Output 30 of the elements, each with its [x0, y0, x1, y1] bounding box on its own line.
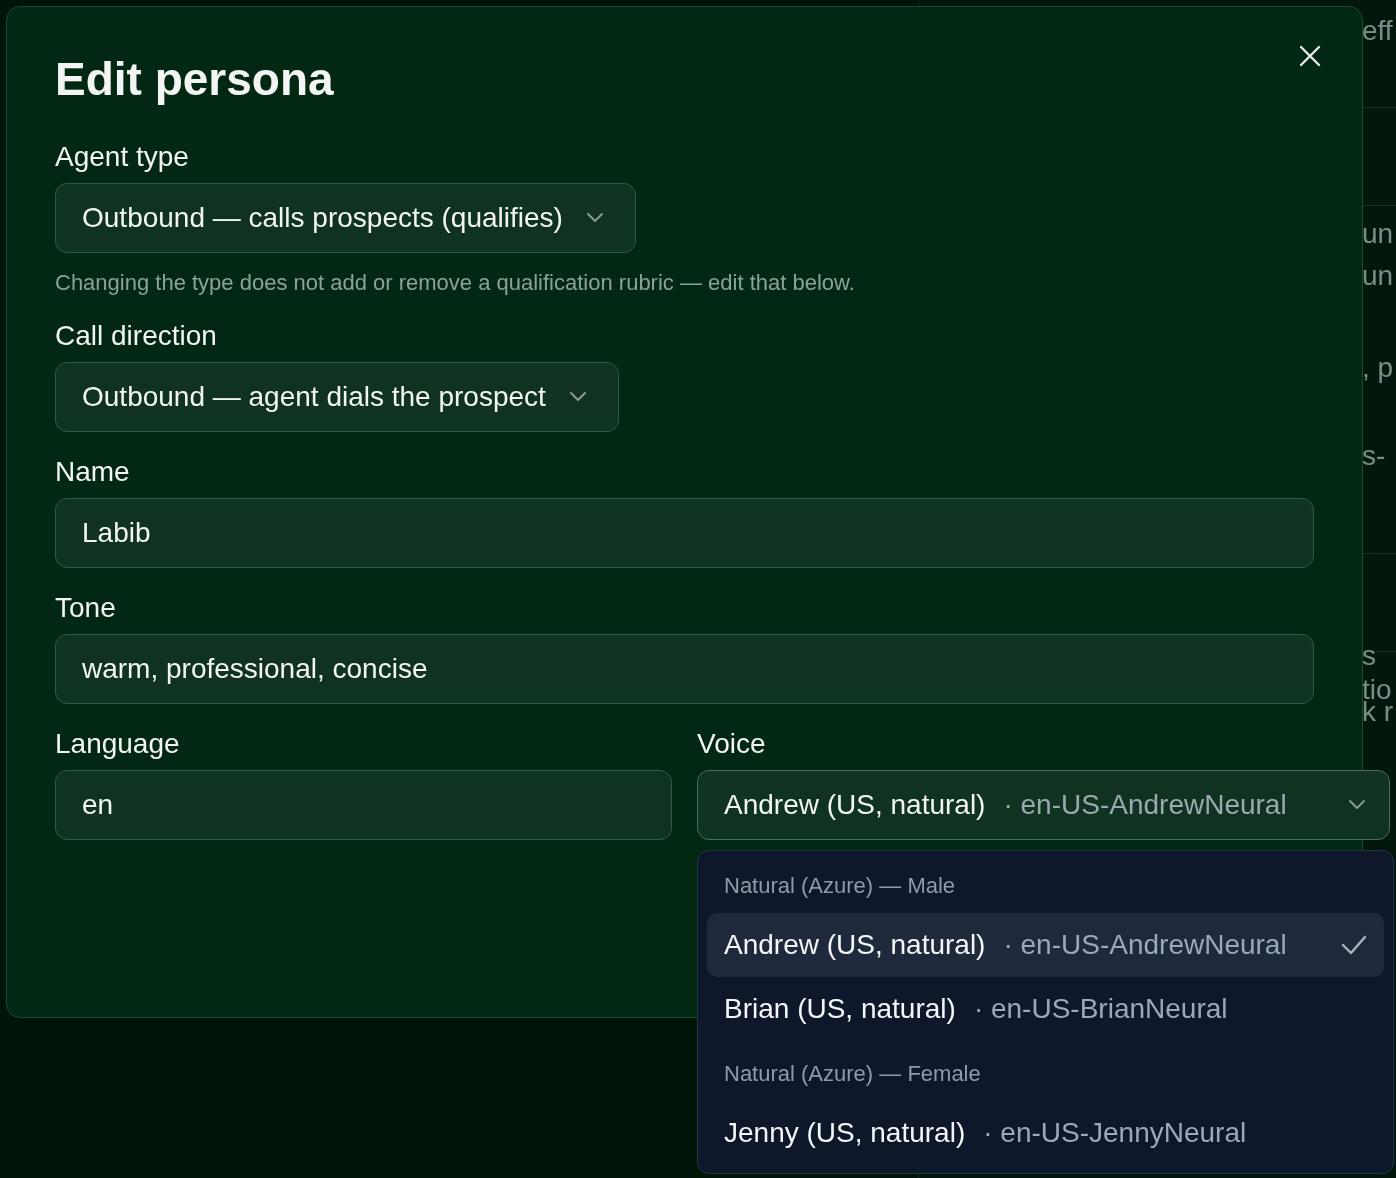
chevron-down-icon — [1347, 799, 1367, 811]
field-label: Voice — [697, 727, 766, 761]
background-text: s — [1362, 642, 1376, 670]
text-field[interactable]: Labib — [55, 498, 1314, 568]
dialog-title: Edit persona — [55, 52, 335, 107]
field-label: Name — [55, 455, 130, 489]
group-heading: Natural (Azure) — Female — [723, 1060, 982, 1088]
field-label: Language — [55, 727, 180, 761]
voice-option[interactable]: Andrew (US, natural) · en-US-AndrewNeural — [707, 913, 1384, 977]
text-field[interactable]: warm, professional, concise — [55, 634, 1314, 704]
help-text: Changing the type does not add or remove a qualification rubric — edit that below. — [55, 270, 856, 296]
text-field[interactable]: en — [55, 770, 672, 840]
check-icon — [1341, 935, 1367, 955]
select-field[interactable]: Outbound — agent dials the prospect — [55, 362, 619, 432]
field-label: Call direction — [55, 319, 217, 353]
background-text: , p — [1362, 354, 1394, 382]
chevron-down-icon — [584, 212, 605, 224]
voice-option[interactable]: Jenny (US, natural) · en-US-JennyNeural — [707, 1101, 1384, 1165]
select-field[interactable]: Andrew (US, natural) · en-US-AndrewNeural — [697, 770, 1390, 840]
field-label: Agent type — [55, 140, 189, 174]
chevron-down-icon — [567, 391, 588, 403]
background-text: eff — [1362, 17, 1393, 45]
select-field[interactable]: Outbound — calls prospects (qualifies) — [55, 183, 636, 253]
background-text: un — [1362, 262, 1394, 290]
background-text: k r — [1362, 698, 1394, 726]
background-text: s- — [1362, 442, 1386, 470]
background-text: un — [1362, 220, 1394, 248]
field-label: Tone — [55, 591, 116, 625]
group-heading: Natural (Azure) — Male — [723, 872, 957, 900]
voice-option[interactable]: Brian (US, natural) · en-US-BrianNeural — [707, 977, 1384, 1041]
